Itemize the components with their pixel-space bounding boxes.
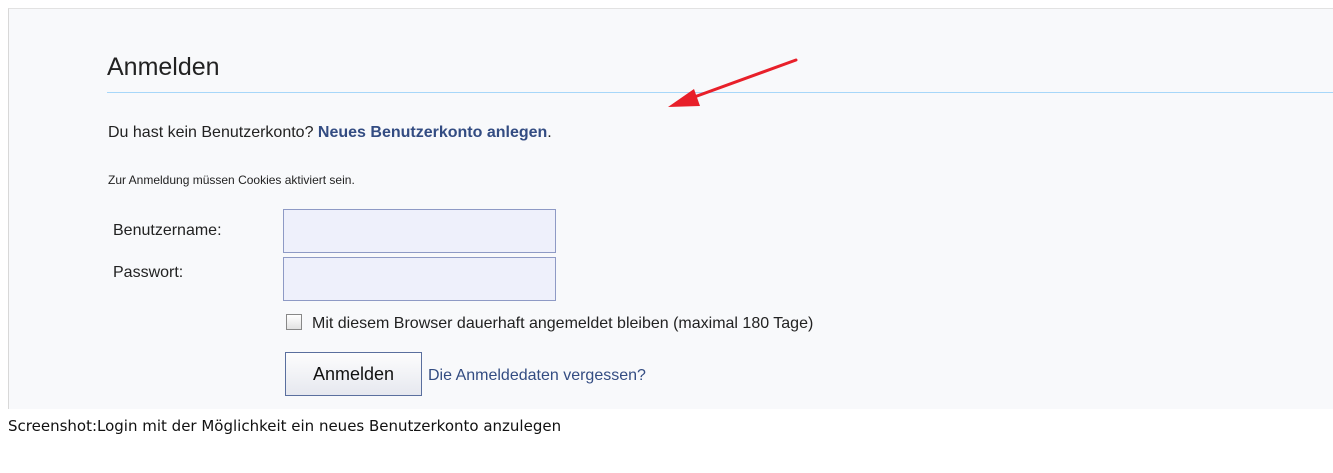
forgot-credentials-link[interactable]: Die Anmeldedaten vergessen? — [428, 366, 646, 386]
username-input[interactable] — [283, 209, 556, 253]
arrow-head — [668, 89, 700, 107]
remember-me-label[interactable]: Mit diesem Browser dauerhaft angemeldet … — [312, 314, 813, 334]
password-label: Passwort: — [113, 264, 184, 281]
remember-me-checkbox[interactable] — [286, 314, 302, 330]
image-caption: Screenshot:Login mit der Möglichkeit ein… — [8, 417, 562, 435]
arrow-shaft — [684, 58, 798, 102]
arrow-icon — [668, 58, 798, 107]
password-input[interactable] — [283, 257, 556, 301]
no-account-text: Du hast kein Benutzerkonto? — [108, 124, 314, 141]
create-account-suffix: . — [547, 124, 552, 141]
create-account-link[interactable]: Neues Benutzerkonto anlegen — [318, 124, 547, 141]
page-title: Anmelden — [107, 53, 220, 81]
login-button[interactable]: Anmelden — [285, 352, 422, 396]
username-label: Benutzername: — [113, 222, 222, 239]
cookies-note: Zur Anmeldung müssen Cookies aktiviert s… — [108, 173, 355, 187]
create-account-line: Du hast kein Benutzerkonto? Neues Benutz… — [108, 123, 552, 143]
